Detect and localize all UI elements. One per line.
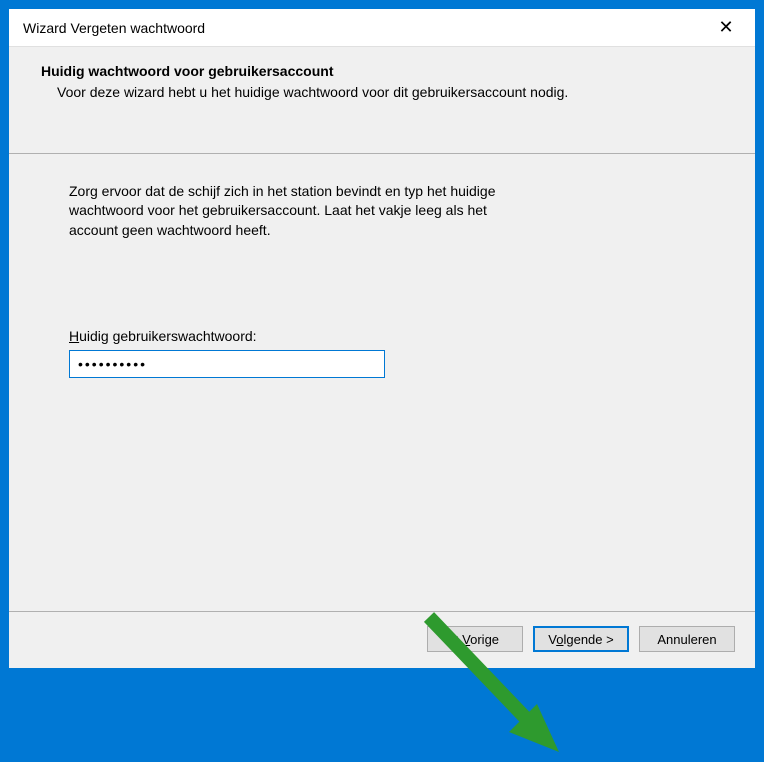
next-button[interactable]: Volgende >	[533, 626, 629, 652]
window-title: Wizard Vergeten wachtwoord	[23, 20, 205, 36]
back-button[interactable]: < Vorige	[427, 626, 523, 652]
header-subtitle: Voor deze wizard hebt u het huidige wach…	[57, 83, 731, 103]
password-input[interactable]	[69, 350, 385, 378]
password-group: Huidig gebruikerswachtwoord:	[69, 328, 695, 378]
wizard-header: Huidig wachtwoord voor gebruikersaccount…	[9, 47, 755, 154]
password-label: Huidig gebruikerswachtwoord:	[69, 328, 695, 344]
cancel-button[interactable]: Annuleren	[639, 626, 735, 652]
wizard-footer: < Vorige Volgende > Annuleren	[9, 611, 755, 668]
instruction-text: Zorg ervoor dat de schijf zich in het st…	[69, 182, 529, 241]
wizard-content: Zorg ervoor dat de schijf zich in het st…	[9, 154, 755, 611]
close-icon[interactable]: ✕	[711, 17, 741, 38]
header-title: Huidig wachtwoord voor gebruikersaccount	[41, 63, 731, 79]
titlebar: Wizard Vergeten wachtwoord ✕	[9, 9, 755, 47]
wizard-dialog: Wizard Vergeten wachtwoord ✕ Huidig wach…	[8, 8, 756, 669]
